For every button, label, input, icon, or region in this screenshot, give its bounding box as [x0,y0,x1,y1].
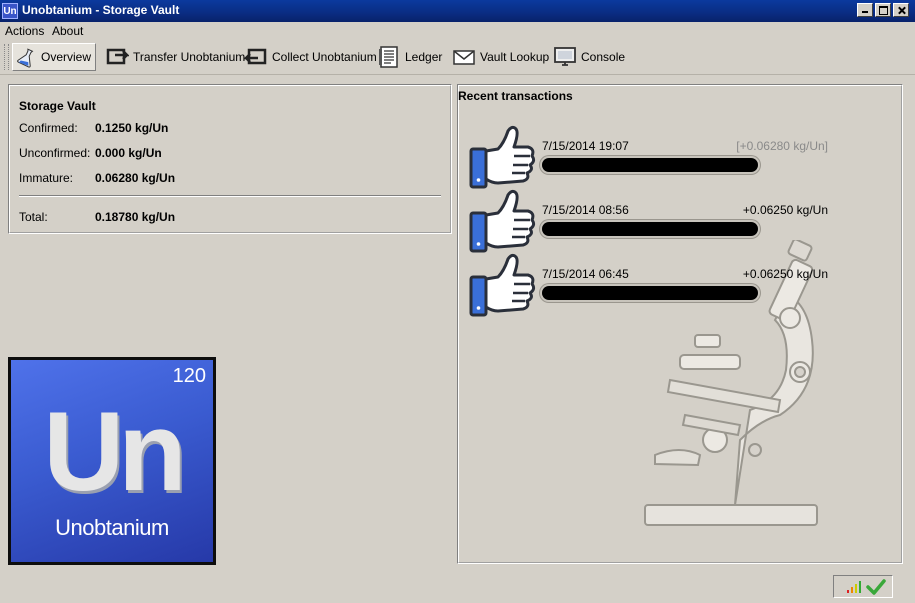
send-icon [106,48,129,65]
menu-actions[interactable]: Actions [5,24,44,38]
transaction-address-redacted [542,158,758,172]
logo-symbol: Un [43,389,186,514]
transaction-address-redacted [542,286,758,300]
thumbs-up-icon [469,253,536,317]
unobtanium-logo: 120 Un Unobtanium [8,357,216,565]
title-bar: Un Unobtanium - Storage Vault [0,0,915,22]
receive-icon [244,48,267,65]
tab-vault-lookup-label: Vault Lookup [480,50,550,64]
transaction-date: 7/15/2014 08:56 [542,203,629,217]
tab-ledger-label: Ledger [405,50,443,64]
menu-bar: Actions About [0,22,915,41]
transaction-date: 7/15/2014 19:07 [542,139,629,153]
tab-vault-lookup[interactable]: Vault Lookup [448,43,553,71]
confirmed-label: Confirmed: [19,121,78,135]
flask-icon [17,48,34,68]
tab-transfer[interactable]: Transfer Unobtanium [101,43,249,71]
tab-ledger[interactable]: Ledger [373,43,446,71]
tab-collect[interactable]: Collect Unobtanium [240,43,381,71]
transaction-row[interactable]: 7/15/2014 06:45 +0.06250 kg/Un [468,253,828,317]
unconfirmed-label: Unconfirmed: [19,146,91,160]
app-icon: Un [2,3,18,19]
logo-name: Unobtanium [55,515,169,540]
transaction-amount: +0.06250 kg/Un [742,203,828,217]
tab-console-label: Console [581,50,626,64]
storage-vault-heading: Storage Vault [19,99,96,113]
recent-transactions-panel: Recent transactions 7/15/2014 19:07 [+0.… [457,84,903,564]
synced-check-icon[interactable] [866,578,886,596]
ledger-icon [379,46,398,68]
unconfirmed-value: 0.000 kg/Un [95,146,162,160]
transaction-address-redacted [542,222,758,236]
thumbs-up-icon [469,189,536,253]
transaction-amount: [+0.06280 kg/Un] [736,139,828,153]
total-label: Total: [19,210,48,224]
menu-about[interactable]: About [52,24,83,38]
total-value: 0.18780 kg/Un [95,210,176,224]
storage-vault-panel: Storage Vault Confirmed: 0.1250 kg/Un Un… [8,84,452,234]
window-title: Unobtanium - Storage Vault [22,3,180,17]
immature-label: Immature: [19,171,74,185]
transaction-row[interactable]: 7/15/2014 19:07 [+0.06280 kg/Un] [468,125,828,189]
signal-icon[interactable] [846,580,862,594]
monitor-icon [554,47,576,66]
transaction-amount: +0.06250 kg/Un [742,267,828,281]
confirmed-value: 0.1250 kg/Un [95,121,169,135]
logo-atomic-number: 120 [172,365,206,387]
status-bar [833,575,893,598]
minimize-button[interactable] [857,3,873,17]
thumbs-up-icon [469,125,536,189]
recent-transactions-heading: Recent transactions [458,89,573,103]
tab-collect-label: Collect Unobtanium [272,50,377,64]
envelope-icon [453,50,475,65]
tab-console[interactable]: Console [549,43,629,71]
toolbar: Overview Transfer Unobtanium Collect Uno… [0,40,915,75]
divider [19,195,441,197]
immature-value: 0.06280 kg/Un [95,171,176,185]
close-button[interactable] [893,3,909,17]
toolbar-grip[interactable] [4,44,9,70]
maximize-button[interactable] [875,3,891,17]
tab-transfer-label: Transfer Unobtanium [133,50,246,64]
window-controls [857,3,909,17]
transaction-row[interactable]: 7/15/2014 08:56 +0.06250 kg/Un [468,189,828,253]
tab-overview-label: Overview [40,50,91,64]
tab-overview[interactable]: Overview [12,43,96,71]
transaction-date: 7/15/2014 06:45 [542,267,629,281]
